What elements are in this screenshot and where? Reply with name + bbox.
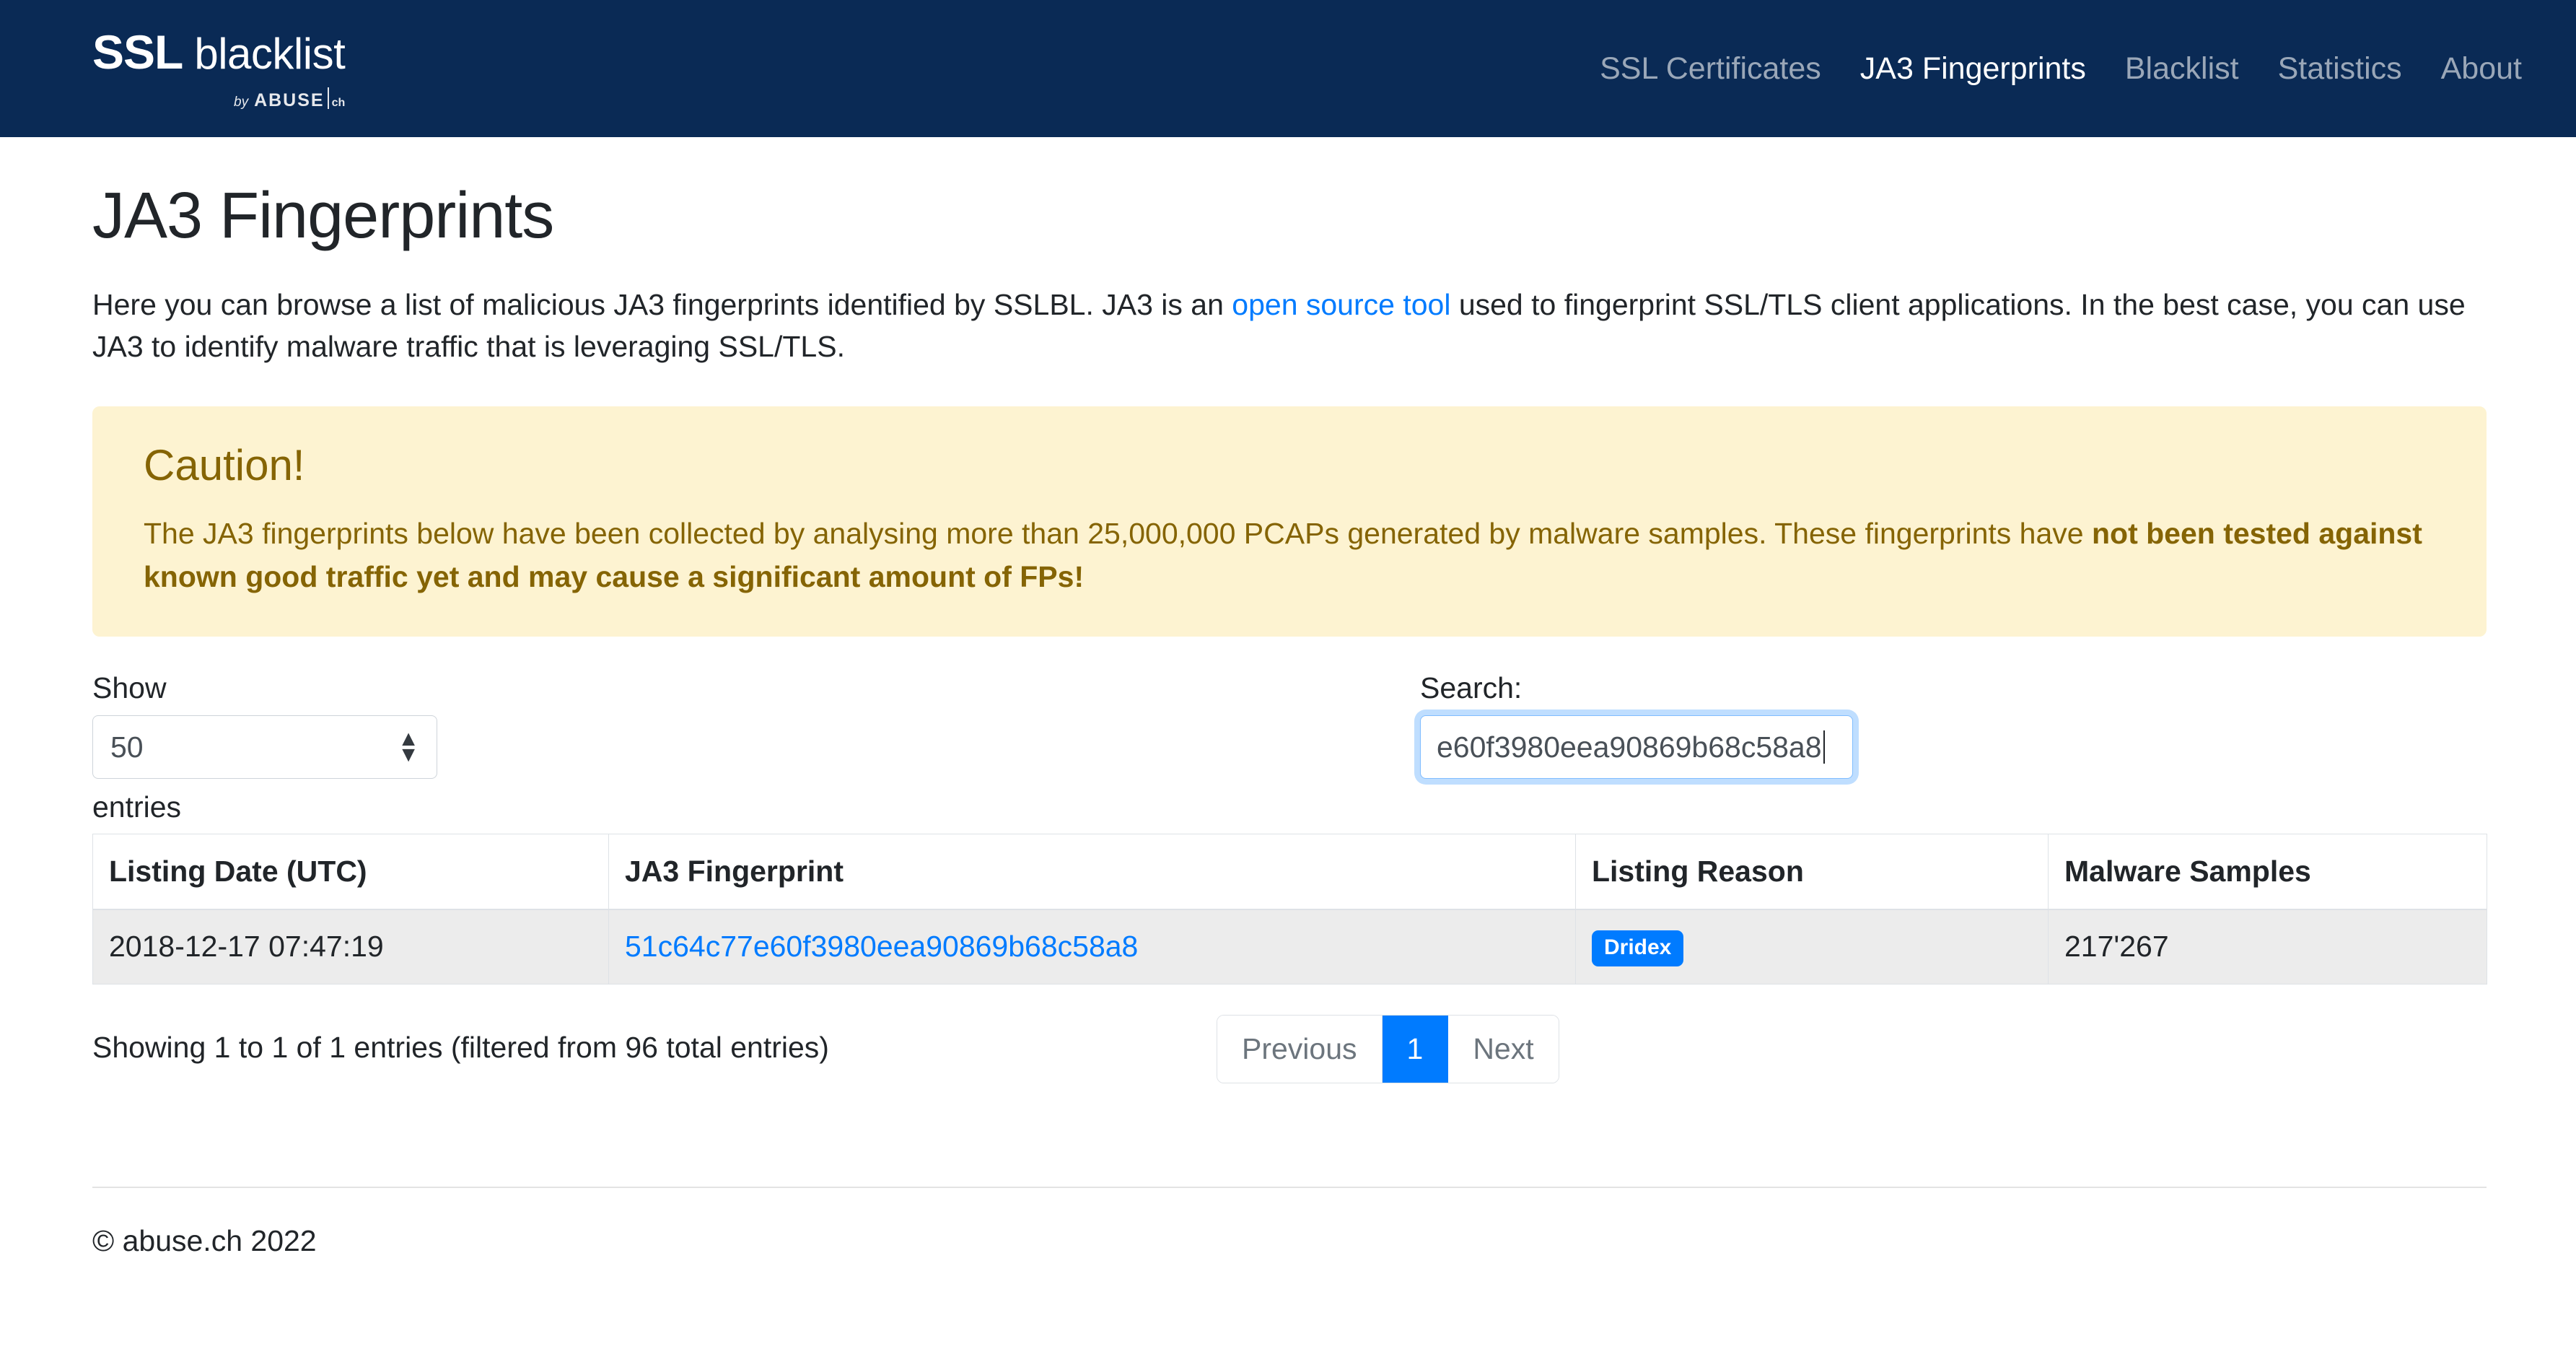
- brand-logo[interactable]: SSL blacklist by ABUSE ch: [92, 25, 346, 110]
- cell-ja3-fingerprint: 51c64c77e60f3980eea90869b68c58a8: [608, 909, 1576, 985]
- page-title: JA3 Fingerprints: [92, 180, 554, 252]
- column-header-listing-reason[interactable]: Listing Reason: [1575, 834, 2049, 910]
- search-input-value: e60f3980eea90869b68c58a8: [1437, 730, 1822, 764]
- brand-divider-bar: [327, 87, 329, 109]
- table-controls: Show 50 ▲ ▼ entries Search: e60f3980eea90…: [92, 671, 2484, 826]
- column-header-malware-samples[interactable]: Malware Samples: [2048, 834, 2487, 910]
- table-head: Listing Date (UTC) JA3 Fingerprint Listi…: [92, 834, 2487, 910]
- text-cursor: [1823, 730, 1825, 764]
- entries-per-page-select[interactable]: 50 ▲ ▼: [92, 715, 437, 780]
- search-control: Search: e60f3980eea90869b68c58a8: [1420, 671, 1853, 780]
- brand-wordmark: SSL blacklist: [92, 25, 346, 79]
- nav-links: SSL Certificates JA3 Fingerprints Blackl…: [1600, 51, 2522, 87]
- nav-item-ja3-fingerprints[interactable]: JA3 Fingerprints: [1860, 51, 2086, 87]
- brand-subtitle: by ABUSE ch: [234, 84, 345, 110]
- ja3-fingerprint-link[interactable]: 51c64c77e60f3980eea90869b68c58a8: [625, 930, 1138, 963]
- alert-body: The JA3 fingerprints below have been col…: [144, 512, 2435, 598]
- footer-divider: [92, 1186, 2487, 1188]
- search-label: Search:: [1420, 671, 1523, 705]
- caution-alert: Caution! The JA3 fingerprints below have…: [92, 406, 2487, 637]
- column-header-listing-date[interactable]: Listing Date (UTC): [92, 834, 609, 910]
- cell-listing-date: 2018-12-17 07:47:19: [92, 909, 609, 985]
- nav-item-blacklist[interactable]: Blacklist: [2125, 51, 2239, 87]
- top-navbar: SSL blacklist by ABUSE ch SSL Certificat…: [0, 0, 2576, 137]
- alert-body-normal: The JA3 fingerprints below have been col…: [144, 517, 2092, 551]
- table-info: Showing 1 to 1 of 1 entries (filtered fr…: [92, 1030, 829, 1064]
- brand-by-text: by: [234, 94, 249, 110]
- intro-text-before-link: Here you can browse a list of malicious …: [92, 288, 1232, 321]
- cell-malware-samples: 217'267: [2048, 909, 2487, 985]
- brand-ssl-text: SSL: [92, 25, 183, 79]
- alert-title: Caution!: [144, 441, 305, 490]
- ja3-fingerprints-table: Listing Date (UTC) JA3 Fingerprint Listi…: [92, 834, 2487, 985]
- table-footer: Showing 1 to 1 of 1 entries (filtered fr…: [92, 1014, 2484, 1101]
- search-input[interactable]: e60f3980eea90869b68c58a8: [1420, 715, 1853, 780]
- chevron-updown-icon: ▲ ▼: [398, 727, 419, 767]
- table-header-row: Listing Date (UTC) JA3 Fingerprint Listi…: [92, 834, 2487, 910]
- copyright-text: © abuse.ch 2022: [92, 1223, 317, 1257]
- main-container: JA3 Fingerprints Here you can browse a l…: [0, 179, 2576, 1258]
- show-label: Show: [92, 671, 167, 705]
- brand-ch-text: ch: [331, 96, 346, 109]
- pagination-next[interactable]: Next: [1448, 1015, 1559, 1083]
- status-badge[interactable]: Dridex: [1592, 930, 1684, 966]
- pagination-page-1[interactable]: 1: [1382, 1015, 1449, 1083]
- nav-item-about[interactable]: About: [2441, 51, 2522, 87]
- brand-abuse-text: ABUSE: [254, 90, 325, 110]
- entries-length-control: Show 50 ▲ ▼ entries: [92, 671, 437, 824]
- cell-listing-reason: Dridex: [1575, 909, 2049, 985]
- open-source-tool-link[interactable]: open source tool: [1232, 288, 1450, 321]
- table-body: 2018-12-17 07:47:19 51c64c77e60f3980eea9…: [92, 909, 2487, 985]
- table-row: 2018-12-17 07:47:19 51c64c77e60f3980eea9…: [92, 909, 2487, 985]
- nav-item-statistics[interactable]: Statistics: [2278, 51, 2402, 87]
- pagination-previous[interactable]: Previous: [1217, 1015, 1383, 1083]
- pagination: Previous 1 Next: [1217, 1014, 1559, 1083]
- nav-item-ssl-certificates[interactable]: SSL Certificates: [1600, 51, 1821, 87]
- entries-label: entries: [92, 790, 182, 824]
- column-header-ja3-fingerprint[interactable]: JA3 Fingerprint: [608, 834, 1576, 910]
- brand-blacklist-text: blacklist: [194, 29, 346, 78]
- intro-paragraph: Here you can browse a list of malicious …: [92, 284, 2484, 367]
- entries-per-page-value: 50: [110, 730, 144, 764]
